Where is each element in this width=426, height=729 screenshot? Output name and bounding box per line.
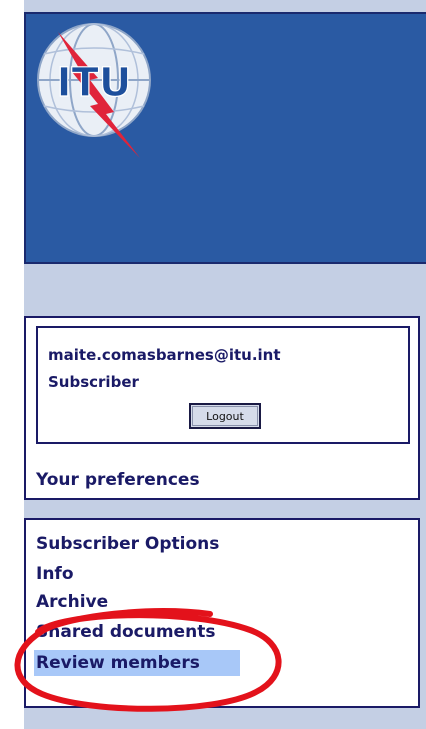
- itu-globe-logo-icon[interactable]: ITU: [32, 18, 172, 166]
- header-banner: ITU: [24, 12, 426, 264]
- user-info-panel: maite.comasbarnes@itu.int Subscriber Log…: [24, 316, 420, 500]
- account-box: maite.comasbarnes@itu.int Subscriber Log…: [36, 326, 410, 444]
- menu-item-subscriber-options[interactable]: Subscriber Options: [36, 534, 219, 554]
- menu-item-shared-documents[interactable]: Shared documents: [36, 622, 215, 642]
- logo-text: ITU: [57, 60, 132, 106]
- user-role: Subscriber: [48, 373, 139, 391]
- logout-button[interactable]: Logout: [189, 403, 261, 429]
- menu-item-archive[interactable]: Archive: [36, 592, 108, 612]
- left-margin: [0, 0, 24, 729]
- menu-item-review-members[interactable]: Review members: [34, 650, 240, 676]
- options-menu-panel: Subscriber Options Info Archive Shared d…: [24, 518, 420, 708]
- user-email: maite.comasbarnes@itu.int: [48, 346, 281, 364]
- your-preferences-link[interactable]: Your preferences: [36, 470, 200, 490]
- menu-item-info[interactable]: Info: [36, 564, 74, 584]
